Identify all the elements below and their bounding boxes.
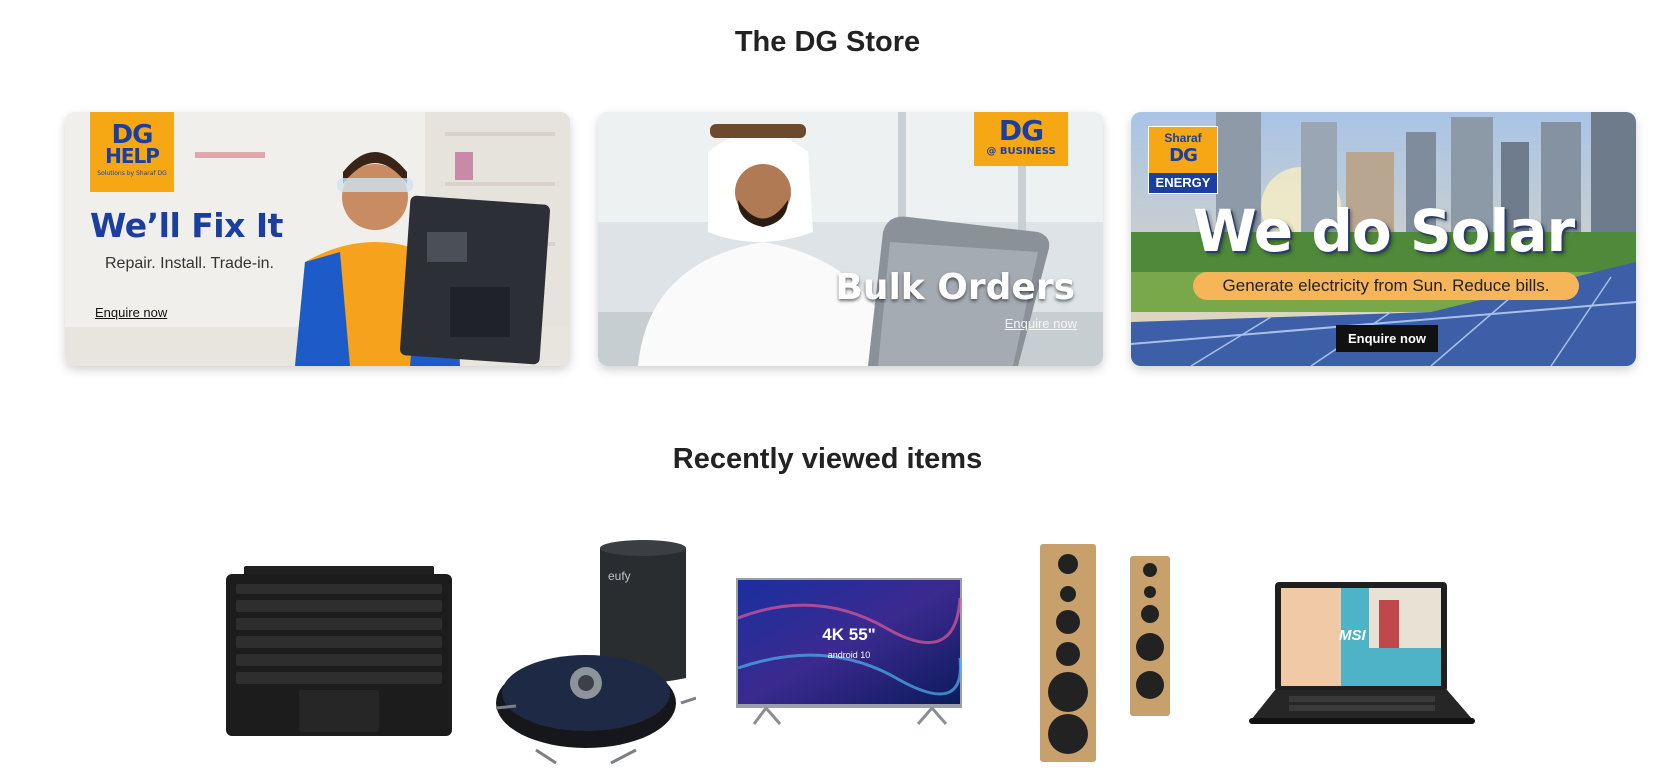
robot-vacuum-icon: eufy <box>495 540 697 765</box>
recent-item-television[interactable]: 4K 55" android 10 <box>736 578 966 733</box>
banner-dg-energy-enquire-button[interactable]: Enquire now <box>1336 325 1438 352</box>
banner-dg-business[interactable]: DG @ BUSINESS Bulk Orders Enquire now <box>598 112 1103 366</box>
section-title-store: The DG Store <box>734 26 921 58</box>
banner-dg-help-headline: We’ll Fix It <box>90 206 283 245</box>
banner-dg-help[interactable]: DG HELP Solutions by Sharaf DG We’ll Fix… <box>65 112 570 366</box>
tv-resolution-badge: 4K 55" <box>822 625 875 644</box>
recent-item-laptop[interactable]: MSI <box>1249 580 1475 731</box>
keyboard-icon <box>226 566 452 736</box>
dg-energy-logo-line2: DG <box>1169 145 1198 166</box>
recent-item-robot-vacuum[interactable]: eufy <box>495 538 697 773</box>
banner-dg-energy-subtitle: Generate electricity from Sun. Reduce bi… <box>1193 272 1579 300</box>
dg-business-logo: DG @ BUSINESS <box>974 112 1068 166</box>
dg-energy-logo-line3: ENERGY <box>1149 173 1217 193</box>
banner-dg-help-subtitle: Repair. Install. Trade-in. <box>105 255 274 272</box>
section-title-recently-viewed: Recently viewed items <box>672 443 983 475</box>
laptop-brand-label: MSI <box>1339 627 1367 644</box>
banner-dg-energy[interactable]: Sharaf DG ENERGY We do Solar Generate el… <box>1131 112 1636 366</box>
banner-dg-business-enquire-link[interactable]: Enquire now <box>1005 316 1077 331</box>
recent-item-tower-speakers[interactable] <box>1036 542 1176 769</box>
dg-help-logo-line2: HELP <box>105 144 160 168</box>
dg-business-logo-line2: @ BUSINESS <box>986 146 1056 157</box>
dg-energy-logo: Sharaf DG ENERGY <box>1148 126 1218 194</box>
banner-dg-energy-headline: We do Solar <box>1192 197 1575 265</box>
dg-energy-logo-line1: Sharaf <box>1164 131 1202 145</box>
robot-vacuum-brand: eufy <box>608 569 631 583</box>
dg-help-logo: DG HELP Solutions by Sharaf DG <box>90 112 174 192</box>
speaker-icon <box>1040 544 1170 762</box>
laptop-icon: MSI <box>1249 582 1475 724</box>
dg-help-logo-line1: DG <box>111 120 154 150</box>
recent-item-keyboard-cover[interactable] <box>224 562 454 745</box>
dg-help-logo-tagline: Solutions by Sharaf DG <box>97 170 167 177</box>
tv-os-label: android 10 <box>828 650 871 660</box>
banner-dg-help-enquire-link[interactable]: Enquire now <box>95 305 167 320</box>
dg-business-logo-line1: DG <box>998 114 1044 147</box>
banner-dg-business-headline: Bulk Orders <box>835 267 1075 308</box>
tv-icon: 4K 55" android 10 <box>736 578 962 725</box>
